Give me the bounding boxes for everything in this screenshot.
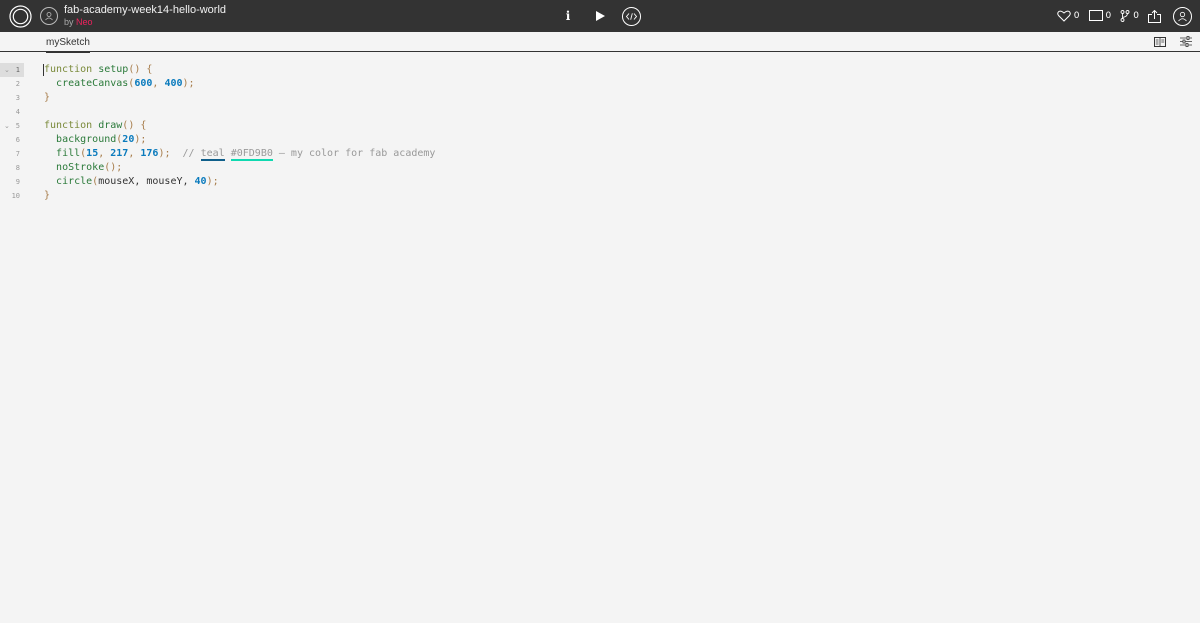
right-controls: 0 0 0 bbox=[1057, 0, 1200, 32]
info-button[interactable]: i bbox=[560, 0, 576, 32]
line-number-text: 2 bbox=[15, 80, 20, 88]
code-token: setup bbox=[98, 64, 129, 75]
forks-count: 0 bbox=[1133, 11, 1139, 21]
top-bar: fab-academy-week14-hello-world by Neo i … bbox=[0, 0, 1200, 32]
tab-mysketch[interactable]: mySketch bbox=[46, 37, 90, 54]
play-button[interactable] bbox=[592, 0, 608, 32]
settings-button[interactable] bbox=[1180, 36, 1192, 47]
fork-icon bbox=[1120, 10, 1130, 22]
settings-sliders-icon bbox=[1180, 36, 1192, 47]
code-token: background bbox=[56, 134, 117, 145]
code-comment: // bbox=[182, 148, 201, 159]
user-avatar-icon[interactable] bbox=[40, 7, 58, 25]
code-text: circle(mouseX, mouseY, 40); bbox=[56, 176, 219, 187]
line-number: ⌄ 1 bbox=[0, 63, 24, 77]
comment-icon bbox=[1088, 10, 1103, 21]
code-token: 15 bbox=[86, 148, 99, 159]
code-token: 600 bbox=[134, 78, 153, 89]
code-comment: — my color for fab academy bbox=[272, 148, 436, 159]
line-number-text: 7 bbox=[15, 150, 20, 158]
code-text: background(20); bbox=[56, 134, 147, 145]
byline: by Neo bbox=[64, 17, 226, 28]
code-editor[interactable]: ⌄ 1 function setup() { 2 createCanvas(600… bbox=[0, 53, 1200, 623]
code-token: draw bbox=[98, 120, 123, 131]
code-token: fill bbox=[56, 148, 81, 159]
line-number: ⌄ 5 bbox=[0, 119, 24, 133]
code-text: noStroke(); bbox=[56, 162, 123, 173]
code-line[interactable]: 6 background(20); bbox=[0, 133, 1200, 147]
fold-arrow-icon[interactable]: ⌄ bbox=[4, 63, 10, 77]
code-line[interactable]: 8 noStroke(); bbox=[0, 161, 1200, 175]
code-token: 217 bbox=[110, 148, 129, 159]
line-number-text: 1 bbox=[15, 66, 20, 74]
line-number: 2 bbox=[0, 77, 24, 91]
file-tab-bar: mySketch bbox=[0, 32, 1200, 54]
code-line[interactable]: ⌄ 5 function draw() { bbox=[0, 119, 1200, 133]
like-button[interactable]: 0 bbox=[1057, 10, 1080, 22]
code-line[interactable]: 2 createCanvas(600, 400); bbox=[0, 77, 1200, 91]
sketch-title-block: fab-academy-week14-hello-world by Neo bbox=[64, 4, 226, 28]
heart-icon bbox=[1057, 10, 1071, 22]
code-text: } bbox=[44, 92, 51, 103]
code-line[interactable]: ⌄ 1 function setup() { bbox=[0, 63, 1200, 77]
layout-button[interactable] bbox=[1154, 36, 1166, 47]
author-link[interactable]: Neo bbox=[76, 17, 93, 27]
layout-icon bbox=[1154, 36, 1166, 47]
comments-count: 0 bbox=[1105, 11, 1112, 21]
line-number-text: 5 bbox=[15, 122, 20, 130]
line-number: 4 bbox=[0, 105, 24, 119]
line-number-text: 4 bbox=[15, 108, 20, 116]
line-number: 10 bbox=[0, 189, 24, 203]
code-token: 400 bbox=[164, 78, 183, 89]
line-number: 9 bbox=[0, 175, 24, 189]
line-number: 8 bbox=[0, 161, 24, 175]
code-text: fill(15, 217, 176); // teal #0FD9B0 — my… bbox=[56, 148, 436, 161]
p5-logo-icon[interactable] bbox=[9, 5, 32, 28]
code-text: function draw() { bbox=[44, 120, 147, 131]
code-line[interactable]: 7 fill(15, 217, 176); // teal #0FD9B0 — … bbox=[0, 147, 1200, 161]
code-text: function setup() { bbox=[44, 64, 153, 75]
code-line[interactable]: 4 bbox=[0, 105, 1200, 119]
code-token: circle bbox=[56, 176, 93, 187]
code-token: 20 bbox=[122, 134, 135, 145]
editor-tools bbox=[1140, 36, 1192, 47]
code-text: createCanvas(600, 400); bbox=[56, 78, 195, 89]
user-profile-button[interactable] bbox=[1173, 6, 1192, 26]
code-token: mouseX, mouseY, bbox=[98, 176, 195, 187]
line-number: 3 bbox=[0, 91, 24, 105]
user-profile-icon bbox=[1178, 11, 1187, 21]
likes-count: 0 bbox=[1073, 11, 1080, 21]
share-icon bbox=[1148, 9, 1161, 23]
code-token: 40 bbox=[194, 176, 207, 187]
play-icon bbox=[595, 11, 605, 21]
color-swatch-hex[interactable]: #0FD9B0 bbox=[230, 148, 273, 161]
line-number-text: 6 bbox=[15, 136, 20, 144]
comments-button[interactable]: 0 bbox=[1088, 10, 1112, 22]
color-swatch-teal[interactable]: teal bbox=[200, 148, 225, 161]
by-label: by bbox=[64, 17, 74, 27]
line-number-text: 9 bbox=[15, 178, 20, 186]
code-line[interactable]: 9 circle(mouseX, mouseY, 40); bbox=[0, 175, 1200, 189]
line-number-text: 3 bbox=[15, 94, 20, 102]
embed-code-icon bbox=[626, 12, 637, 20]
line-number: 6 bbox=[0, 133, 24, 147]
line-number-text: 8 bbox=[15, 164, 20, 172]
center-controls: i bbox=[560, 0, 641, 32]
line-number: 7 bbox=[0, 147, 24, 161]
code-token: noStroke bbox=[56, 162, 105, 173]
sketch-title[interactable]: fab-academy-week14-hello-world bbox=[64, 4, 226, 17]
code-text: } bbox=[44, 190, 51, 201]
code-token: createCanvas bbox=[56, 78, 129, 89]
share-button[interactable] bbox=[1148, 9, 1161, 23]
code-line[interactable]: 10 } bbox=[0, 189, 1200, 203]
code-token: function bbox=[44, 64, 93, 75]
fork-button[interactable]: 0 bbox=[1120, 10, 1139, 22]
line-number-text: 10 bbox=[11, 192, 20, 200]
embed-code-button[interactable] bbox=[622, 6, 641, 26]
code-token: function bbox=[44, 120, 93, 131]
code-line[interactable]: 3 } bbox=[0, 91, 1200, 105]
code-token: 176 bbox=[140, 148, 159, 159]
fold-arrow-icon[interactable]: ⌄ bbox=[4, 119, 10, 133]
